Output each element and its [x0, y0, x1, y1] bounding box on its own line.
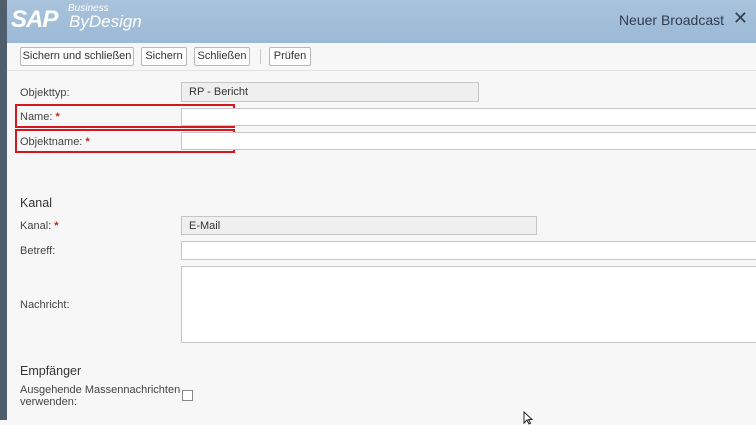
object-name-input[interactable]: [181, 132, 756, 150]
required-marker: *: [85, 136, 90, 148]
message-label: Nachricht:: [20, 299, 70, 311]
mass-messages-label-line2: verwenden:: [20, 396, 77, 408]
mouse-pointer-icon: [523, 411, 533, 425]
toolbar: Sichern und schließen Sichern Schließen …: [7, 43, 756, 71]
window-title: Neuer Broadcast: [618, 12, 724, 28]
subject-label: Betreff:: [20, 245, 56, 257]
object-type-label: Objekttyp:: [20, 87, 70, 99]
channel-label: Kanal: *: [20, 220, 59, 232]
subject-input[interactable]: [181, 241, 756, 260]
name-label: Name: *: [20, 111, 60, 123]
logo-bydesign-text: ByDesign: [69, 12, 142, 31]
close-button[interactable]: Schließen: [194, 47, 250, 66]
check-button[interactable]: Prüfen: [269, 47, 311, 66]
mass-messages-label-line1: Ausgehende Massennachrichten: [20, 384, 181, 396]
object-name-label: Objektname: *: [20, 136, 90, 148]
required-marker: *: [54, 220, 59, 232]
name-input[interactable]: [181, 108, 756, 126]
close-icon[interactable]: ✕: [733, 9, 748, 27]
save-and-close-button[interactable]: Sichern und schließen: [20, 47, 134, 66]
channel-field[interactable]: E-Mail: [181, 216, 537, 235]
object-type-value: RP - Bericht: [189, 86, 249, 98]
toolbar-separator: [260, 49, 261, 64]
channel-value: E-Mail: [189, 220, 221, 232]
mass-messages-checkbox[interactable]: [182, 390, 193, 401]
save-button[interactable]: Sichern: [141, 47, 187, 66]
object-type-field: RP - Bericht: [181, 82, 479, 102]
channel-heading: Kanal: [20, 196, 52, 210]
sap-logo: SAP: [11, 6, 58, 33]
required-marker: *: [55, 111, 60, 123]
recipients-heading: Empfänger: [20, 364, 82, 378]
app-header: SAP Business ByDesign Neuer Broadcast ✕: [7, 0, 756, 43]
left-edge-bar: [0, 0, 7, 420]
message-textarea[interactable]: [181, 266, 756, 343]
